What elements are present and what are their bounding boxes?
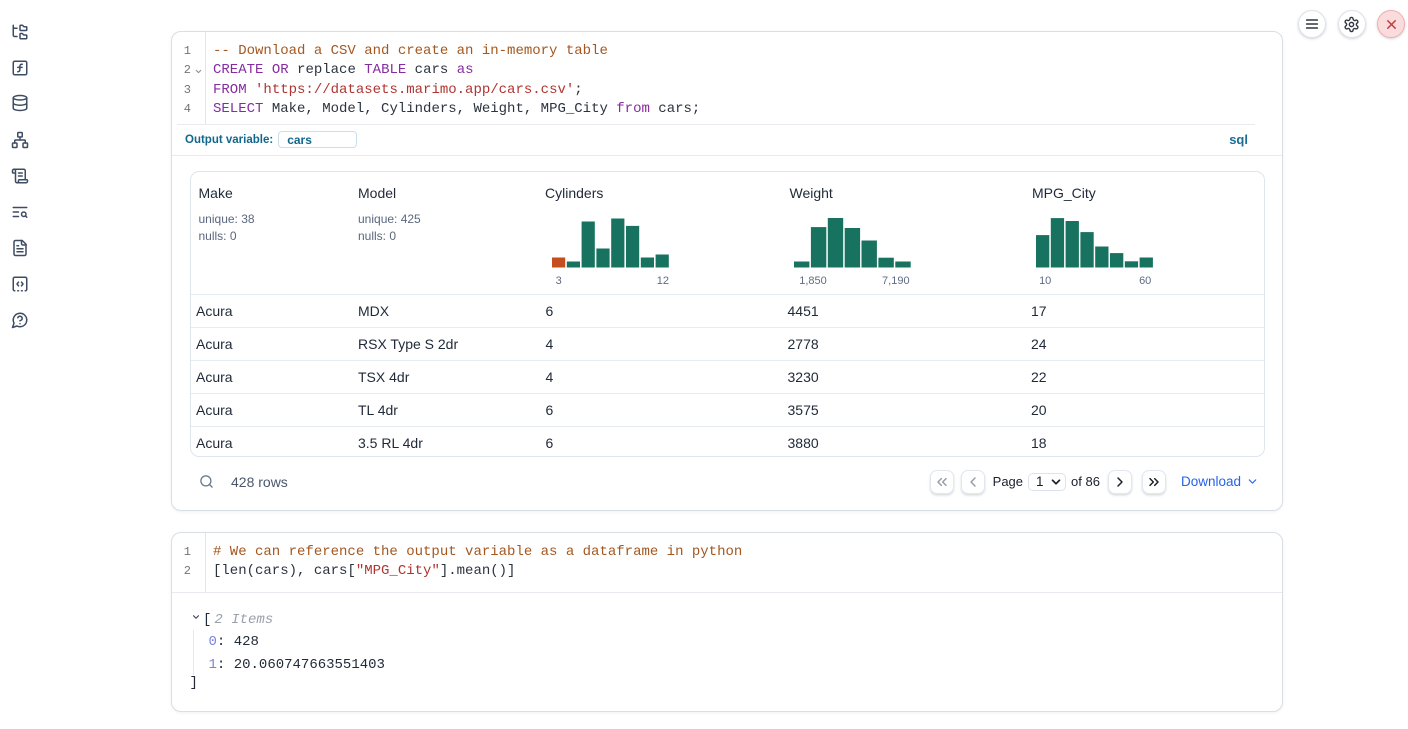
svg-text:10: 10: [1039, 275, 1051, 287]
svg-text:7,190: 7,190: [882, 275, 910, 287]
svg-text:3: 3: [556, 275, 562, 287]
svg-text:1,850: 1,850: [799, 275, 827, 287]
svg-text:12: 12: [657, 275, 669, 287]
svg-text:60: 60: [1139, 275, 1151, 287]
